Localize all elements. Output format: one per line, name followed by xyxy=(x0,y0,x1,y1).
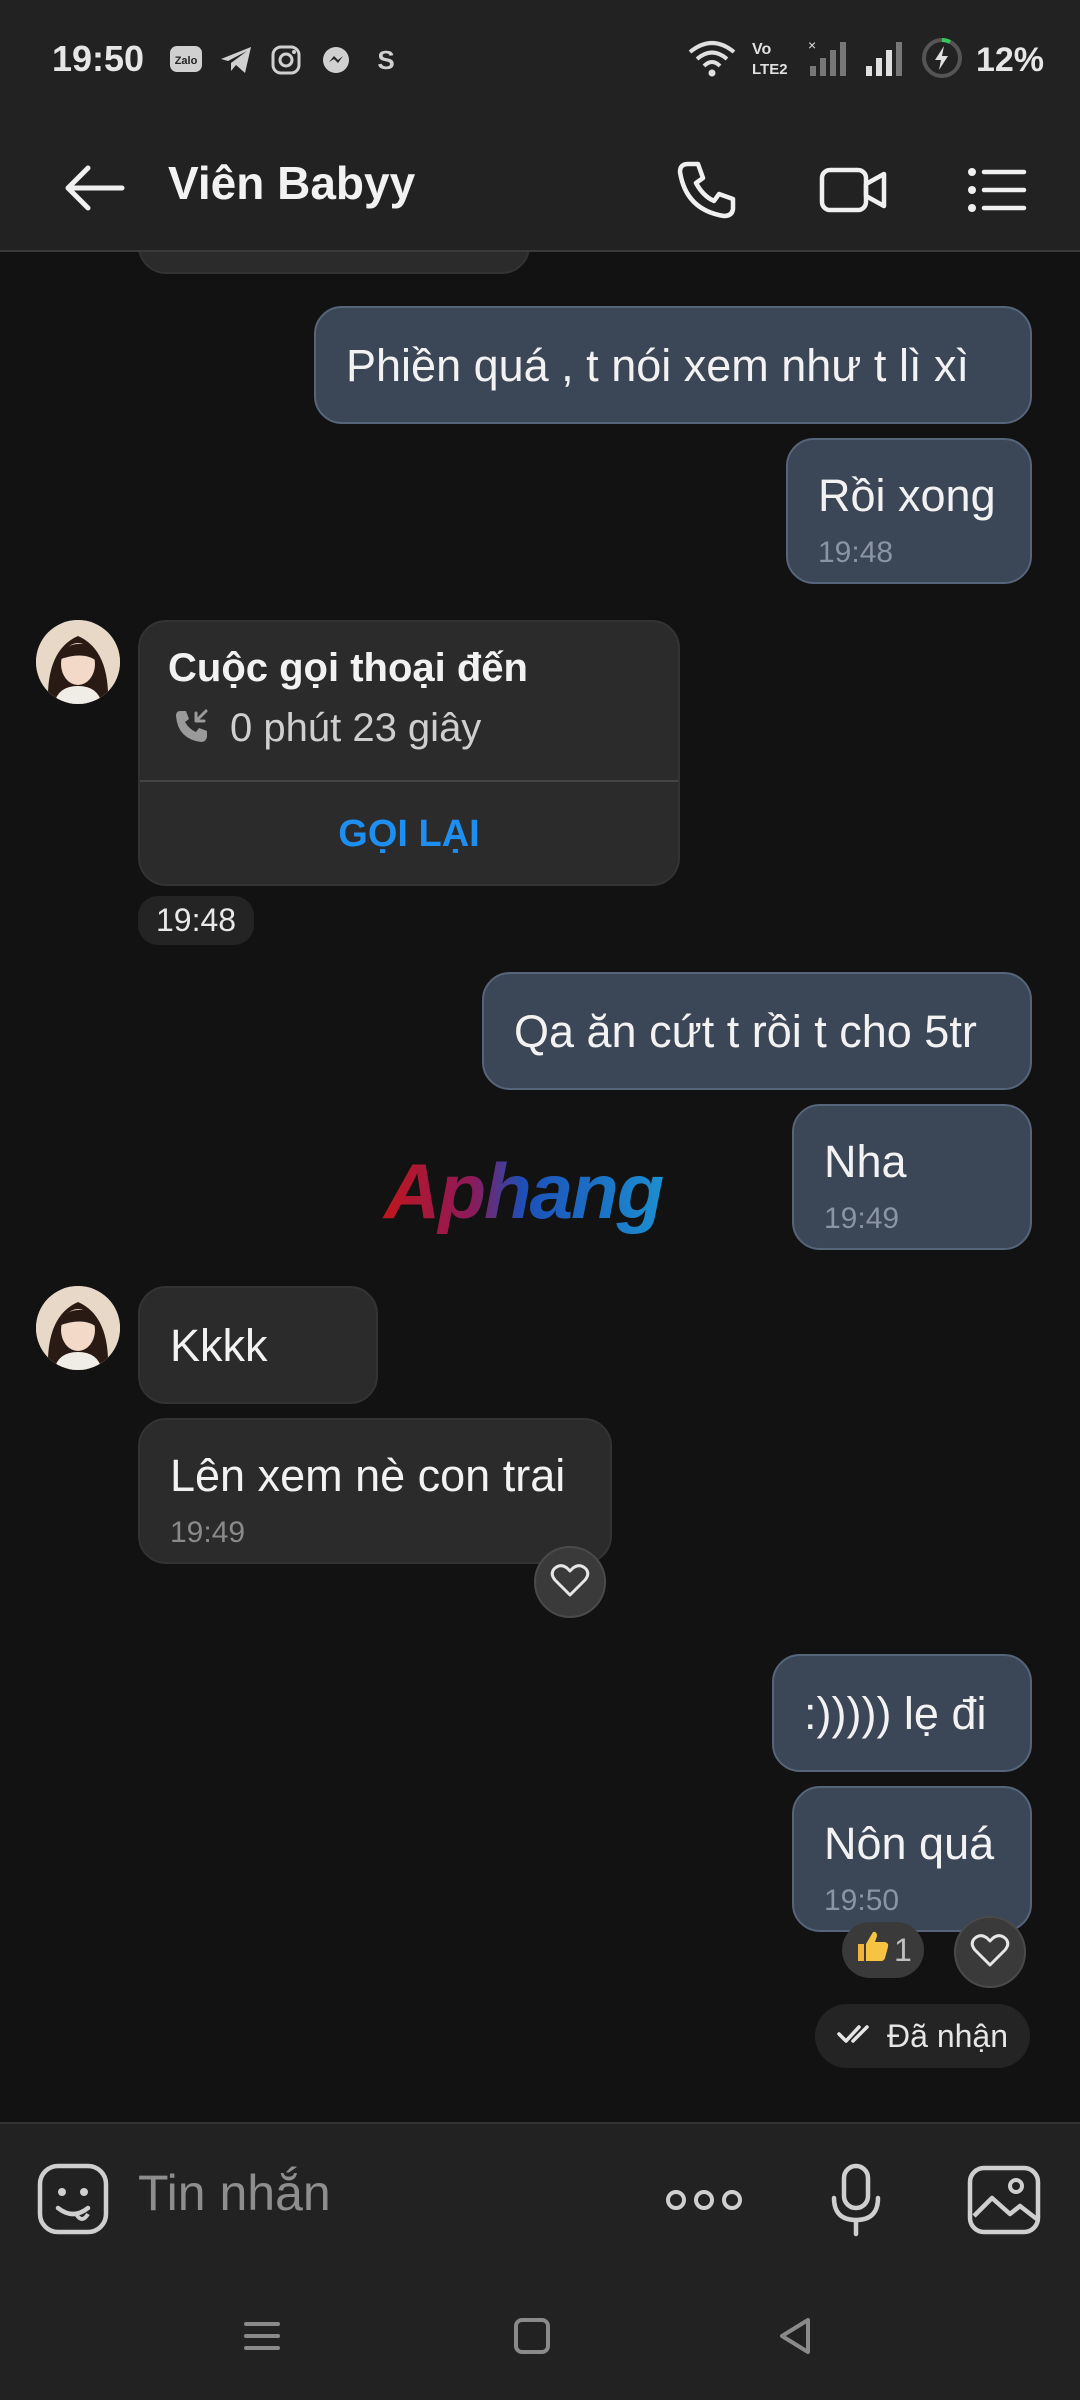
status-bar: 19:50 Zalo S Vo LTE2 × 12% xyxy=(0,0,1080,124)
message-bubble-outgoing[interactable]: :))))) lẹ đi xyxy=(772,1654,1032,1772)
incoming-call-icon xyxy=(172,706,212,758)
svg-text:LTE2: LTE2 xyxy=(752,61,788,78)
svg-text:S: S xyxy=(377,45,394,75)
svg-text:Aphang: Aphang xyxy=(382,1152,664,1235)
battery-charging-icon xyxy=(920,36,964,85)
message-bubble-outgoing[interactable]: Qa ăn cứt t rồi t cho 5tr xyxy=(482,972,1032,1090)
volte-icon: Vo LTE2 xyxy=(750,38,796,83)
recent-apps-icon[interactable] xyxy=(238,2312,286,2360)
message-text: Phiền quá , t nói xem như t lì xì xyxy=(346,340,969,391)
microphone-icon[interactable] xyxy=(818,2162,894,2238)
call-back-label: GỌI LẠI xyxy=(338,812,480,855)
back-nav-icon[interactable] xyxy=(772,2312,820,2360)
message-bubble-outgoing[interactable]: Phiền quá , t nói xem như t lì xì xyxy=(314,306,1032,424)
contact-avatar[interactable] xyxy=(36,620,120,704)
watermark-logo: Aphang xyxy=(378,1147,708,1262)
menu-list-icon[interactable] xyxy=(962,154,1032,224)
contact-name[interactable]: Viên Babyy xyxy=(168,156,415,210)
s-icon: S xyxy=(368,42,404,78)
home-icon[interactable] xyxy=(508,2312,556,2360)
back-arrow-icon[interactable] xyxy=(60,156,130,220)
telegram-icon xyxy=(218,42,254,78)
message-text: Rồi xong xyxy=(818,470,996,521)
gallery-image-icon[interactable] xyxy=(966,2162,1042,2238)
svg-text:Zalo: Zalo xyxy=(175,55,198,67)
phone-icon[interactable] xyxy=(672,154,742,224)
message-text: :))))) lẹ đi xyxy=(804,1688,987,1739)
message-bubble-outgoing[interactable]: Nha 19:49 xyxy=(792,1104,1032,1250)
chat-header: Viên Babyy xyxy=(0,124,1080,252)
message-text: Nôn quá xyxy=(824,1818,995,1869)
message-bubble-outgoing[interactable]: Rồi xong 19:48 xyxy=(786,438,1032,584)
message-text: Qa ăn cứt t rồi t cho 5tr xyxy=(514,1006,977,1057)
sticker-emoji-icon[interactable] xyxy=(36,2162,112,2238)
clipped-message-bubble[interactable] xyxy=(138,252,530,274)
message-input-bar: Tin nhắn xyxy=(0,2122,1080,2272)
message-input[interactable]: Tin nhắn xyxy=(138,2164,331,2222)
system-navigation-bar xyxy=(0,2272,1080,2400)
wifi-icon xyxy=(686,38,738,83)
call-card[interactable]: Cuộc gọi thoại đến 0 phút 23 giây GỌI LẠ… xyxy=(138,620,680,886)
call-duration: 0 phút 23 giây xyxy=(230,706,482,750)
instagram-icon xyxy=(268,42,304,78)
message-bubble-outgoing[interactable]: Nôn quá 19:50 xyxy=(792,1786,1032,1932)
react-heart-button[interactable] xyxy=(954,1916,1026,1988)
thumbs-up-icon xyxy=(854,1928,890,1972)
message-bubble-incoming[interactable]: Lên xem nè con trai 19:49 xyxy=(138,1418,612,1564)
message-text: Lên xem nè con trai xyxy=(170,1450,566,1501)
zalo-icon: Zalo xyxy=(168,42,204,78)
chat-area[interactable]: Phiền quá , t nói xem như t lì xì Rồi xo… xyxy=(0,252,1080,2122)
contact-avatar[interactable] xyxy=(36,1286,120,1370)
double-check-icon xyxy=(837,2018,875,2055)
video-call-icon[interactable] xyxy=(818,154,888,224)
heart-icon xyxy=(550,1562,590,1603)
call-back-button[interactable]: GỌI LẠI xyxy=(140,782,678,886)
signal-icon xyxy=(864,38,908,83)
message-text: Kkkk xyxy=(170,1320,268,1371)
delivery-status-text: Đã nhận xyxy=(887,2017,1008,2054)
message-time: 19:48 xyxy=(818,536,894,569)
heart-icon xyxy=(970,1932,1010,1973)
battery-percent: 12% xyxy=(975,41,1044,79)
react-heart-button[interactable] xyxy=(534,1546,606,1618)
like-count: 1 xyxy=(894,1931,912,1968)
notification-icons: Zalo S xyxy=(168,42,404,78)
svg-text:×: × xyxy=(808,38,816,53)
messenger-icon xyxy=(318,42,354,78)
message-bubble-incoming[interactable]: Kkkk xyxy=(138,1286,378,1404)
message-time: 19:49 xyxy=(170,1516,246,1549)
delivery-status: Đã nhận xyxy=(815,2004,1030,2068)
like-reaction[interactable]: 1 xyxy=(842,1922,924,1978)
message-text: Nha xyxy=(824,1136,907,1187)
signal-weak-icon: × xyxy=(808,37,852,83)
more-options-icon[interactable] xyxy=(664,2162,742,2238)
call-title: Cuộc gọi thoại đến xyxy=(168,646,528,690)
svg-text:Vo: Vo xyxy=(752,41,771,58)
status-time: 19:50 xyxy=(52,38,145,79)
time-stamp: 19:48 xyxy=(138,896,255,945)
message-time: 19:49 xyxy=(824,1202,900,1235)
status-right: Vo LTE2 × 12% xyxy=(686,36,1044,85)
message-time: 19:50 xyxy=(824,1884,900,1917)
